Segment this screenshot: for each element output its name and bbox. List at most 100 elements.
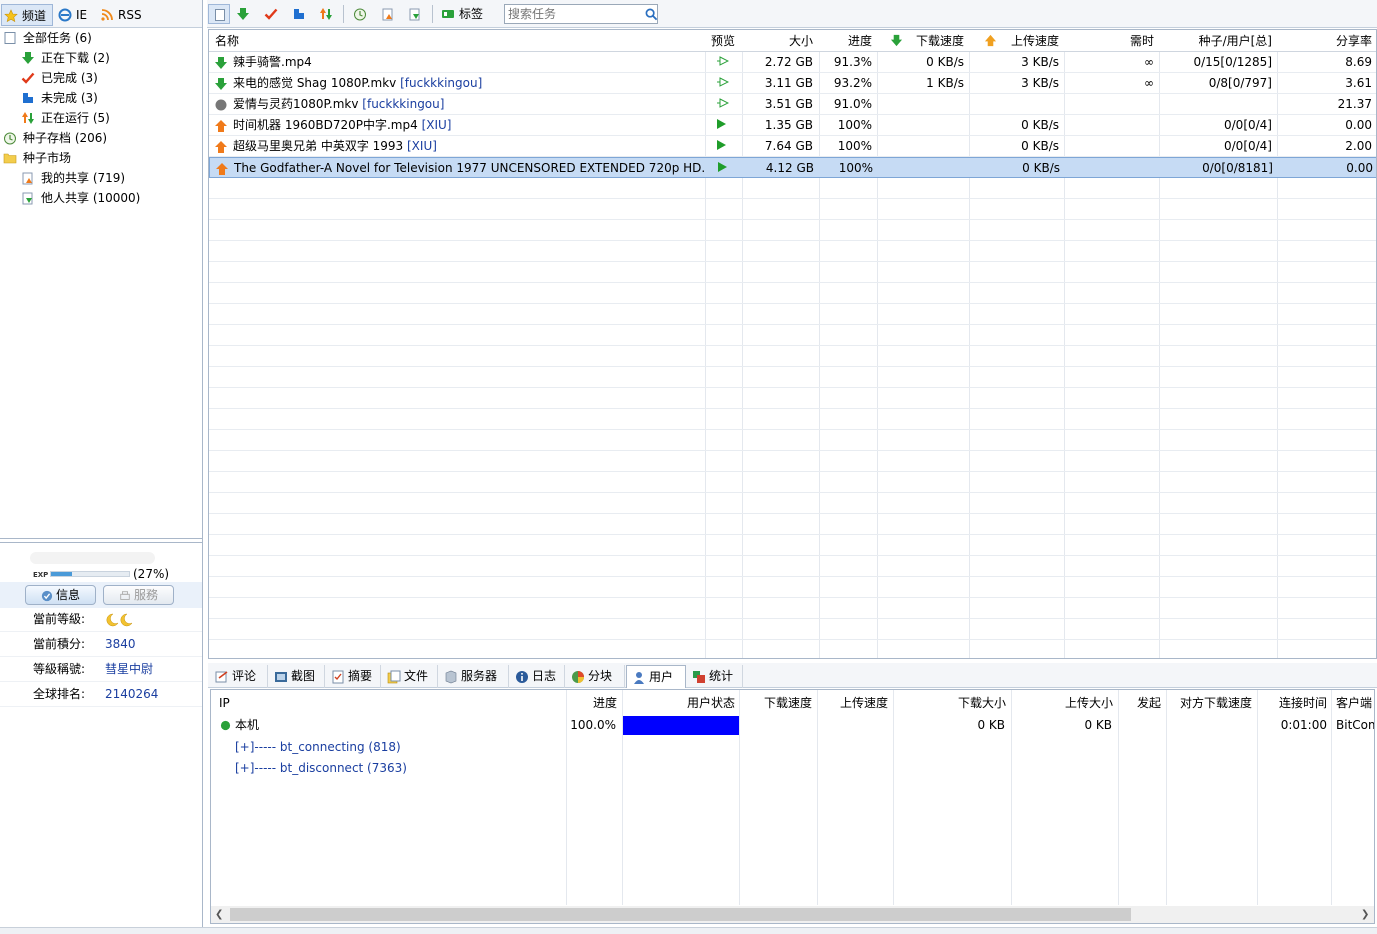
task-name: 爱情与灵药1080P.mkv [fuckkkingou]: [233, 97, 445, 111]
preview-play-outline-icon[interactable]: [717, 56, 730, 66]
peer-header-client[interactable]: 客户端: [1336, 694, 1374, 712]
new-task-icon: [215, 9, 225, 21]
tab-summary[interactable]: 摘要: [326, 665, 381, 688]
folder-icon: [3, 153, 17, 164]
download-speed-icon: [890, 34, 903, 47]
running-button[interactable]: [315, 4, 337, 24]
user-icon: [634, 672, 644, 684]
empty-row: [209, 325, 1376, 346]
exp-label: EXP: [33, 571, 49, 579]
task-name: 来电的感觉 Shag 1080P.mkv [fuckkkingou]: [233, 76, 483, 90]
scrollbar-thumb[interactable]: [230, 908, 1131, 921]
peer-group-connecting[interactable]: [+]----- bt_connecting (818): [235, 737, 401, 757]
peer-group-disconnect[interactable]: [+]----- bt_disconnect (7363): [235, 758, 407, 778]
task-download-speed: [906, 158, 965, 178]
task-progress: 100%: [837, 139, 872, 153]
task-preview: [717, 136, 737, 156]
task-seeds-peers: 0/0[0/8181]: [1202, 161, 1273, 175]
task-eta: ∞: [1144, 55, 1154, 69]
new-task-button[interactable]: [208, 4, 230, 24]
tab-comments[interactable]: 评论: [210, 665, 268, 688]
tab-servers[interactable]: 服务器: [439, 665, 509, 688]
task-row[interactable]: 辣手骑警.mp4 2.72 GB 91.3% 0 KB/s 3 KB/s ∞ 0/15[0…: [209, 52, 1376, 73]
header-seeds-peers[interactable]: 种子/用户[总]: [1164, 30, 1272, 52]
left-panel: 频道 IE RSS 全部任务 (6) 正在下载 (2) 已完成 (3) 未完成 …: [0, 0, 203, 934]
task-seeds-peers: 0/8[0/797]: [1208, 76, 1272, 90]
empty-row: [209, 409, 1376, 430]
peer-header-upload-speed[interactable]: 上传速度: [819, 694, 888, 712]
peer-header-progress[interactable]: 进度: [569, 694, 617, 712]
running-icon: [22, 112, 34, 124]
tab-statistics[interactable]: 统计: [687, 665, 743, 688]
incomplete-button[interactable]: [288, 4, 310, 24]
task-row[interactable]: 来电的感觉 Shag 1080P.mkv [fuckkkingou] 3.11 G…: [209, 73, 1376, 94]
header-size[interactable]: 大小: [745, 30, 813, 52]
task-row[interactable]: 超级马里奥兄弟 中英双字 1993 [XIU] 7.64 GB 100% 0 KB/s…: [209, 136, 1376, 157]
start-download-button[interactable]: [232, 4, 254, 24]
detail-tabs: 评论 截图 摘要 文件 服务器 日志 分块 用户 统计: [208, 663, 1377, 688]
peer-progress-bar: [623, 716, 739, 735]
archive-button[interactable]: [349, 4, 371, 24]
task-preview: [717, 115, 737, 135]
preview-play-icon[interactable]: [717, 119, 726, 129]
peer-row-local[interactable]: 本机 100.0% 0 KB 0 KB 0:01:00 BitComet: [211, 715, 1374, 736]
completed-button[interactable]: [260, 4, 282, 24]
tab-files[interactable]: 文件: [382, 665, 438, 688]
others-share-icon: [22, 192, 33, 205]
header-share-ratio[interactable]: 分享率: [1281, 30, 1372, 52]
peer-header-download-speed[interactable]: 下载速度: [741, 694, 812, 712]
search-input[interactable]: [504, 4, 658, 24]
star-icon: [4, 9, 18, 23]
scroll-right-icon[interactable]: ❯: [1361, 909, 1369, 920]
peer-header-status[interactable]: 用户状态: [625, 694, 735, 712]
tab-screenshots[interactable]: 截图: [269, 665, 325, 688]
ie-icon: [58, 8, 72, 22]
username-blurred: [30, 552, 155, 564]
header-upload-speed[interactable]: 上传速度: [999, 30, 1059, 52]
printer-icon: [120, 590, 130, 600]
files-icon: [387, 670, 401, 684]
header-progress[interactable]: 进度: [821, 30, 872, 52]
scroll-left-icon[interactable]: ❮: [215, 909, 223, 920]
header-eta[interactable]: 需时: [1069, 30, 1154, 52]
preview-play-outline-icon[interactable]: [717, 98, 730, 108]
others-share-button[interactable]: [404, 4, 426, 24]
task-row[interactable]: The Godfather-A Novel for Television 197…: [209, 157, 1376, 178]
service-button[interactable]: 服務: [103, 585, 174, 605]
screenshot-icon: [275, 672, 287, 682]
peer-header-remote-speed[interactable]: 对方下载速度: [1168, 694, 1252, 712]
my-share-button[interactable]: [377, 4, 399, 24]
peer-header-initiated[interactable]: 发起: [1120, 694, 1161, 712]
task-row[interactable]: 时间机器 1960BD720P中字.mp4 [XIU] 1.35 GB 100% 0 …: [209, 115, 1376, 136]
preview-play-icon[interactable]: [718, 162, 727, 172]
header-download-speed[interactable]: 下载速度: [905, 30, 964, 52]
summary-icon: [332, 670, 344, 684]
peer-header-ip[interactable]: IP: [219, 694, 230, 712]
task-share-ratio: 21.37: [1337, 97, 1372, 111]
tab-log[interactable]: 日志: [510, 665, 565, 688]
tab-users[interactable]: 用户: [626, 665, 686, 688]
horizontal-scrollbar[interactable]: ❮ ❯: [211, 906, 1374, 923]
search-icon[interactable]: [645, 8, 658, 21]
peer-header-downloaded[interactable]: 下载大小: [895, 694, 1006, 712]
downloading-status-icon: [215, 56, 227, 69]
statistics-icon: [693, 671, 705, 683]
tab-ie[interactable]: IE: [56, 4, 94, 26]
peer-list: IP 进度 用户状态 下载速度 上传速度 下载大小 上传大小 发起 对方下载速度…: [210, 689, 1375, 924]
tab-pieces[interactable]: 分块: [566, 665, 625, 688]
peer-header-connect-time[interactable]: 连接时间: [1259, 694, 1327, 712]
preview-play-outline-icon[interactable]: [717, 77, 730, 87]
task-download-speed: [905, 94, 964, 114]
peer-header-uploaded[interactable]: 上传大小: [1013, 694, 1113, 712]
tab-channel[interactable]: 频道: [1, 4, 53, 26]
downloading-status-icon: [215, 77, 227, 90]
tags-button[interactable]: 标签: [439, 4, 494, 24]
task-preview: [718, 158, 738, 178]
info-button[interactable]: 信息: [25, 585, 96, 605]
header-name[interactable]: 名称: [215, 30, 239, 52]
header-preview[interactable]: 预览: [711, 30, 735, 52]
task-row[interactable]: 爱情与灵药1080P.mkv [fuckkkingou] 3.51 GB 91.0%…: [209, 94, 1376, 115]
tag-icon: [442, 10, 454, 18]
tab-rss[interactable]: RSS: [98, 4, 148, 26]
preview-play-icon[interactable]: [717, 140, 726, 150]
